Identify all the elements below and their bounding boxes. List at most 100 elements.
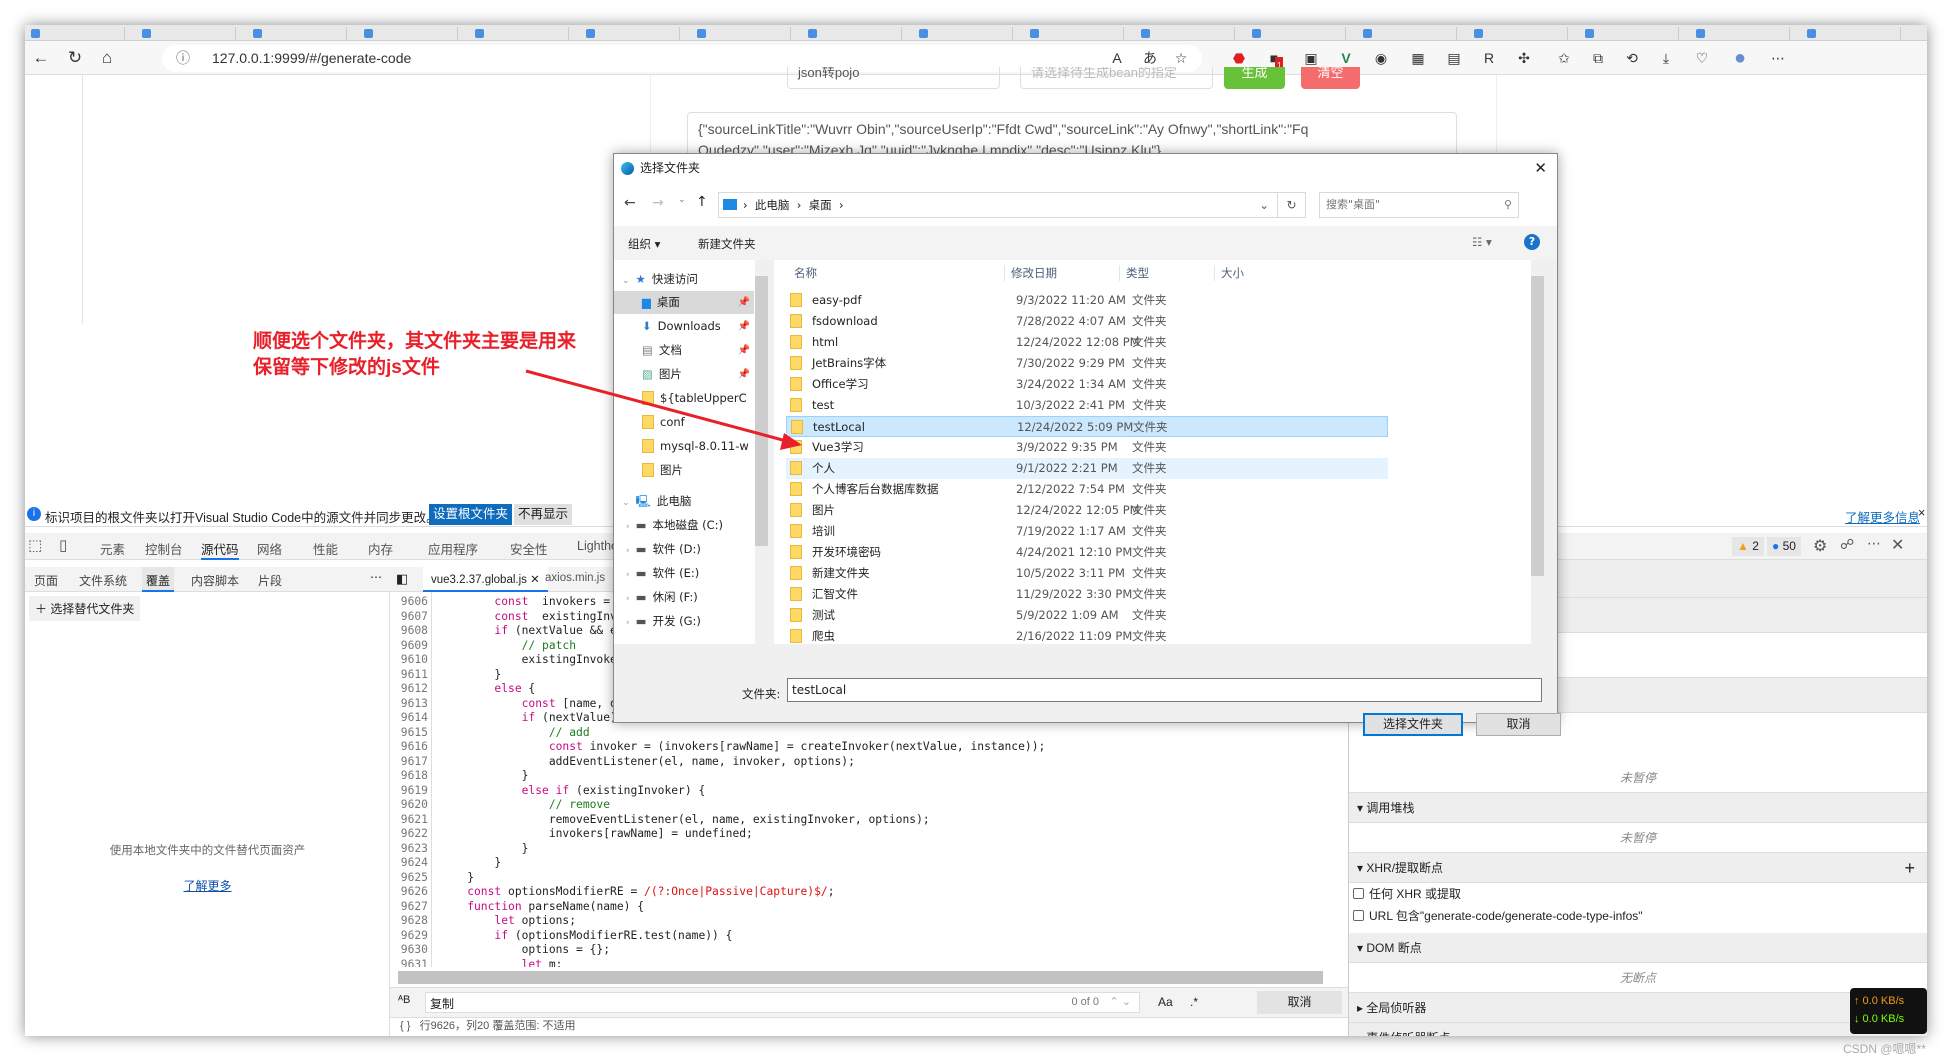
file-tab[interactable]: axios.min.js xyxy=(545,572,605,584)
column-date[interactable]: 修改日期 xyxy=(1004,265,1057,281)
dont-show-button[interactable]: 不再显示 xyxy=(514,504,573,525)
nav-item[interactable]: ▨ 图片 📌 xyxy=(614,363,754,386)
devtools-tab[interactable]: 安全性 xyxy=(510,539,548,560)
warnings-badge[interactable]: ▲ 2 xyxy=(1732,537,1764,556)
clear-button[interactable]: 清空 xyxy=(1301,67,1360,89)
nav-item[interactable]: ${tableUpperC xyxy=(614,387,754,410)
browser-tab[interactable] xyxy=(691,27,791,41)
replace-icon[interactable]: ᴬB xyxy=(398,994,410,1006)
browser-tab[interactable] xyxy=(1135,27,1235,41)
nav-item[interactable]: › ▬ 休闲 (F:) xyxy=(614,586,754,609)
file-row[interactable]: 个人 9/1/2022 2:21 PM 文件夹 xyxy=(786,458,1388,479)
feedback-icon[interactable]: ☍ xyxy=(1840,536,1854,553)
file-row[interactable]: 培训 7/19/2022 1:17 AM 文件夹 xyxy=(786,521,1388,542)
translate-icon[interactable]: あ xyxy=(1141,49,1159,67)
adblock-icon[interactable]: ⬣ xyxy=(1230,49,1248,67)
recent-icon[interactable]: ⌄ xyxy=(678,195,686,205)
history-icon[interactable]: ⟲ xyxy=(1623,49,1641,67)
nav-item[interactable]: ▆ 桌面 📌 xyxy=(614,291,754,314)
close-icon[interactable]: × xyxy=(1918,506,1925,520)
file-row[interactable]: 图片 12/24/2022 12:05 PM 文件夹 xyxy=(786,500,1388,521)
chevron-icon[interactable]: ⌄ xyxy=(622,498,630,508)
qr-icon[interactable]: ▦ xyxy=(1409,49,1427,67)
device-icon[interactable]: ▯ xyxy=(59,536,67,554)
chevron-icon[interactable]: ⌄ xyxy=(622,276,630,286)
file-row[interactable]: 爬虫 2/16/2022 11:09 PM 文件夹 xyxy=(786,626,1388,644)
browser-tab[interactable] xyxy=(1468,27,1568,41)
browser-tab[interactable] xyxy=(136,27,236,41)
info-icon[interactable]: ⓘ xyxy=(176,45,190,72)
refresh-icon[interactable]: ↻ xyxy=(1278,192,1306,218)
folder-input[interactable]: testLocal xyxy=(787,678,1542,702)
nav-item[interactable]: ⬇ Downloads 📌 xyxy=(614,315,754,338)
cancel-button[interactable]: 取消 xyxy=(1476,713,1561,736)
breadcrumb[interactable]: › 此电脑 › 桌面 › ⌄ xyxy=(718,192,1278,218)
navigator-tab[interactable]: 内容脚本 xyxy=(187,567,243,592)
profile-avatar[interactable]: ● xyxy=(1731,48,1749,68)
file-row[interactable]: testLocal 12/24/2022 5:09 PM 文件夹 xyxy=(786,416,1388,437)
devtools-tab[interactable]: 控制台 xyxy=(145,539,183,560)
chevron-icon[interactable]: › xyxy=(626,546,630,556)
horizontal-scrollbar[interactable] xyxy=(398,971,1323,984)
health-icon[interactable]: ♡ xyxy=(1693,49,1711,67)
file-row[interactable]: 开发环境密码 4/24/2021 12:10 PM 文件夹 xyxy=(786,542,1388,563)
file-row[interactable]: html 12/24/2022 12:08 PM 文件夹 xyxy=(786,332,1388,353)
clipboard-icon[interactable]: ▤ xyxy=(1445,49,1463,67)
column-type[interactable]: 类型 xyxy=(1119,265,1149,281)
favorite-add-icon[interactable]: ☆ xyxy=(1172,49,1190,67)
nav-item[interactable]: › ▬ 开发 (G:) xyxy=(614,610,754,633)
match-case-button[interactable]: Aa xyxy=(1158,995,1173,1009)
more-icon[interactable]: ⋯ xyxy=(1769,49,1787,67)
browser-tab[interactable] xyxy=(1579,27,1679,41)
organize-button[interactable]: 组织 ▾ xyxy=(628,236,660,252)
close-devtools-icon[interactable]: ✕ xyxy=(1891,535,1904,555)
chevron-icon[interactable]: › xyxy=(626,522,630,532)
collections-icon[interactable]: ⧉ xyxy=(1589,49,1607,67)
learn-more-link[interactable]: 了解更多信息 xyxy=(1845,507,1920,526)
devtools-tab[interactable]: 网络 xyxy=(257,539,282,560)
column-size[interactable]: 大小 xyxy=(1214,265,1244,281)
browser-tab[interactable] xyxy=(469,27,569,41)
nav-item[interactable]: › ▬ 软件 (D:) xyxy=(614,538,754,561)
devtools-tab[interactable]: 源代码 xyxy=(201,539,239,560)
close-icon[interactable]: ✕ xyxy=(1534,154,1547,182)
section-header[interactable]: ▾ 调用堆栈 xyxy=(1349,793,1927,823)
nav-item[interactable]: ▤ 文档 📌 xyxy=(614,339,754,362)
browser-tab[interactable] xyxy=(247,27,347,41)
image-icon[interactable]: ▣ xyxy=(1302,49,1320,67)
select-folder-button[interactable]: 选择文件夹 xyxy=(1363,713,1463,736)
chevron-down-icon[interactable]: ⌄ xyxy=(1259,193,1269,217)
devtools-tab[interactable]: 应用程序 xyxy=(428,539,478,560)
nav-item[interactable]: 图片 xyxy=(614,459,754,482)
chevron-icon[interactable]: › xyxy=(626,618,630,628)
devtools-tab[interactable]: 元素 xyxy=(100,539,125,560)
type-select[interactable]: json转pojo xyxy=(787,67,1000,89)
set-root-button[interactable]: 设置根文件夹 xyxy=(429,504,513,525)
file-row[interactable]: 汇智文件 11/29/2022 3:30 PM 文件夹 xyxy=(786,584,1388,605)
forward-icon[interactable]: → xyxy=(652,195,664,211)
extensions-icon[interactable]: ✣ xyxy=(1515,49,1533,67)
file-row[interactable]: easy-pdf 9/3/2022 11:20 AM 文件夹 xyxy=(786,290,1388,311)
back-icon[interactable]: ← xyxy=(624,195,636,211)
browser-tab[interactable] xyxy=(802,27,902,41)
browser-tab[interactable] xyxy=(1801,27,1901,41)
browser-tab[interactable] xyxy=(358,27,458,41)
crumb[interactable]: 桌面 xyxy=(809,198,832,212)
view-options-icon[interactable]: ☷ ▾ xyxy=(1472,235,1492,249)
navigator-tab[interactable]: 片段 xyxy=(254,567,286,592)
browser-tab[interactable] xyxy=(1690,27,1790,41)
learn-more-link[interactable]: 了解更多 xyxy=(25,877,390,894)
browser-tab[interactable] xyxy=(25,27,125,41)
search-input[interactable]: 复制 0 of 0 ⌃ ⌄ xyxy=(425,992,1140,1013)
vue-devtools-icon[interactable]: V xyxy=(1337,49,1355,67)
navigator-tab[interactable]: 覆盖 xyxy=(142,567,175,592)
section-item[interactable]: 任何 XHR 或提取 xyxy=(1349,883,1927,905)
bean-select[interactable]: 请选择待生成bean的指定 xyxy=(1020,67,1213,89)
download-icon[interactable]: ⤓ xyxy=(1657,49,1675,67)
messages-badge[interactable]: ● 50 xyxy=(1767,537,1801,556)
add-icon[interactable]: + xyxy=(1904,853,1915,883)
color-icon[interactable]: ◉ xyxy=(1372,49,1390,67)
section-header[interactable]: ▾ DOM 断点 xyxy=(1349,933,1927,963)
nav-item[interactable]: conf xyxy=(614,411,754,434)
cancel-search-button[interactable]: 取消 xyxy=(1257,991,1342,1014)
